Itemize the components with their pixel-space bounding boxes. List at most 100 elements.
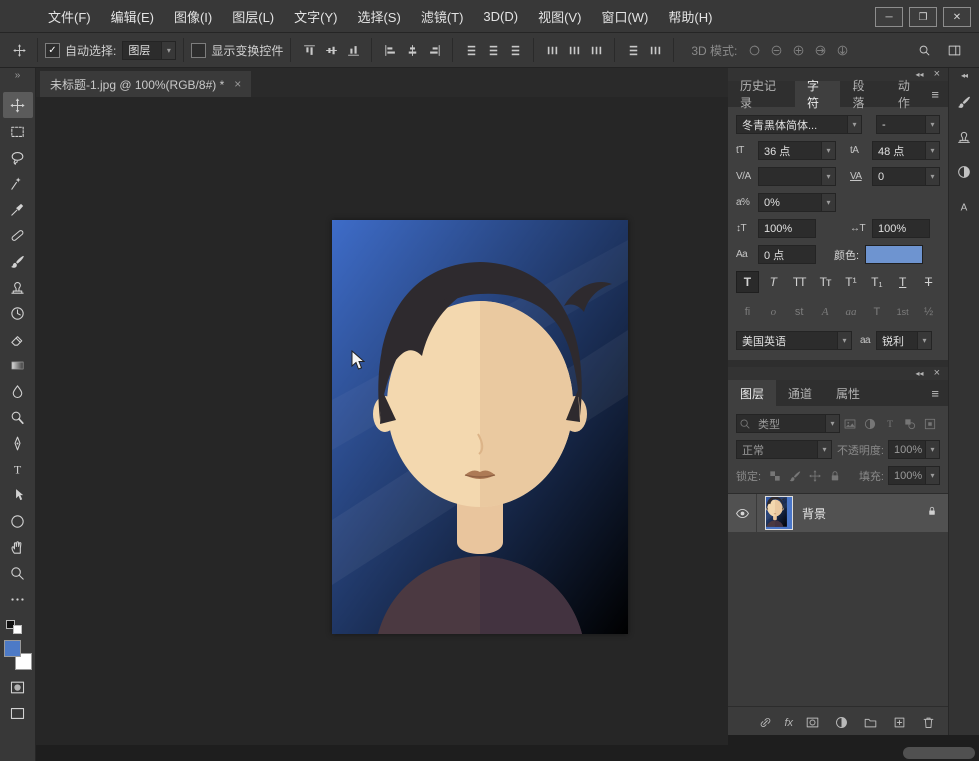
auto-select-target-dropdown[interactable]: 图层 ▾ [122,41,176,60]
filter-smart-objects-button[interactable] [920,415,940,433]
clone-source-panel-icon[interactable] [956,129,972,150]
canvas-area[interactable] [36,97,728,745]
blur-tool[interactable] [3,378,33,404]
align-bottom-icon[interactable] [342,39,364,61]
healing-brush-tool[interactable] [3,222,33,248]
character-styles-panel-icon[interactable] [956,199,972,220]
fill-dropdown[interactable]: 100% ▾ [888,466,940,485]
document-tab[interactable]: 未标题-1.jpg @ 100%(RGB/8#) * × [40,71,251,97]
swash-button[interactable]: A [814,301,837,323]
lock-image-pixels-button[interactable] [785,467,805,485]
tab-history[interactable]: 历史记录 [728,81,795,107]
default-colors-icon[interactable] [6,620,22,634]
quick-selection-tool[interactable] [3,170,33,196]
close-panel-icon[interactable]: × [934,368,940,379]
fractions-button[interactable]: ½ [917,301,940,323]
gradient-tool[interactable] [3,352,33,378]
anti-alias-dropdown[interactable]: 锐利 ▾ [876,331,932,350]
faux-italic-button[interactable]: T [762,271,785,293]
lock-position-button[interactable] [805,467,825,485]
new-group-button[interactable] [860,714,880,732]
quick-mask-button[interactable] [3,674,33,700]
brush-tool[interactable] [3,248,33,274]
toolbar-collapse-button[interactable]: » [0,68,35,84]
superscript-button[interactable]: T¹ [840,271,863,293]
layer-name[interactable]: 背景 [802,505,926,522]
menu-layer[interactable]: 图层(L) [222,0,284,33]
menu-3d[interactable]: 3D(D) [473,0,528,33]
tab-layers[interactable]: 图层 [728,380,776,406]
type-tool[interactable] [3,456,33,482]
pen-tool[interactable] [3,430,33,456]
move-tool[interactable] [3,92,33,118]
menu-filter[interactable]: 滤镜(T) [411,0,474,33]
tab-channels[interactable]: 通道 [776,380,824,406]
distribute-horizontal-centers-icon[interactable] [563,39,585,61]
roll-3d-icon[interactable] [765,39,787,61]
brush-settings-panel-icon[interactable] [956,94,972,115]
menu-select[interactable]: 选择(S) [347,0,410,33]
distribute-top-icon[interactable] [460,39,482,61]
underline-button[interactable]: T [891,271,914,293]
search-icon[interactable] [913,39,935,61]
document-image[interactable] [332,220,628,634]
dodge-tool[interactable] [3,404,33,430]
adjustments-panel-icon[interactable] [956,164,972,185]
minimize-button[interactable]: ─ [875,7,903,27]
font-style-dropdown[interactable]: - ▾ [876,115,940,134]
faux-bold-button[interactable]: T [736,271,759,293]
auto-select-checkbox[interactable]: ✓ [45,43,60,58]
filter-adjustment-layers-button[interactable] [860,415,880,433]
delete-layer-button[interactable] [918,714,938,732]
screen-mode-button[interactable] [3,700,33,726]
kerning-dropdown[interactable]: ▾ [758,167,836,186]
eyedropper-tool[interactable] [3,196,33,222]
clone-stamp-tool[interactable] [3,274,33,300]
layer-thumbnail[interactable] [765,496,793,530]
strikethrough-button[interactable]: T [917,271,940,293]
menu-image[interactable]: 图像(I) [164,0,222,33]
workspace-switcher-icon[interactable] [943,39,965,61]
font-family-dropdown[interactable]: 冬青黑体简体... ▾ [736,115,862,134]
vertical-scale-field[interactable]: 100% [758,219,816,238]
foreground-color-swatch[interactable] [4,640,21,657]
menu-type[interactable]: 文字(Y) [284,0,347,33]
tab-paragraph[interactable]: 段落 [840,81,885,107]
edit-toolbar-button[interactable] [3,586,33,612]
restore-button[interactable]: ❐ [909,7,937,27]
align-right-icon[interactable] [423,39,445,61]
subscript-button[interactable]: T₁ [865,271,888,293]
leading-dropdown[interactable]: 48 点 ▾ [872,141,940,160]
ellipse-tool[interactable] [3,508,33,534]
proportional-spacing-dropdown[interactable]: 0% ▾ [758,193,836,212]
layer-visibility-toggle[interactable] [728,494,757,532]
dock-scrollbar[interactable] [903,747,975,759]
link-layers-button[interactable] [755,714,775,732]
blend-mode-dropdown[interactable]: 正常 ▾ [736,440,832,459]
close-button[interactable]: ✕ [943,7,971,27]
align-horizontal-centers-icon[interactable] [401,39,423,61]
titling-alternates-button[interactable]: T [865,301,888,323]
tab-character[interactable]: 字符 [795,81,840,107]
distribute-horizontal-spacing-icon[interactable] [644,39,666,61]
show-transform-checkbox[interactable] [191,43,206,58]
expand-panels-button[interactable]: ◂◂ [961,71,967,80]
opacity-dropdown[interactable]: 100% ▾ [888,440,940,459]
language-dropdown[interactable]: 美国英语 ▾ [736,331,852,350]
distribute-bottom-icon[interactable] [504,39,526,61]
new-layer-button[interactable] [889,714,909,732]
orbit-3d-icon[interactable] [743,39,765,61]
menu-view[interactable]: 视图(V) [528,0,591,33]
menu-help[interactable]: 帮助(H) [658,0,722,33]
all-caps-button[interactable]: TT [788,271,811,293]
collapse-panels-icon[interactable]: ◂◂ [916,369,924,378]
path-selection-tool[interactable] [3,482,33,508]
layer-effects-button[interactable]: fx [784,717,793,729]
hand-tool[interactable] [3,534,33,560]
distribute-vertical-spacing-icon[interactable] [622,39,644,61]
filter-shape-layers-button[interactable] [900,415,920,433]
align-top-icon[interactable] [298,39,320,61]
color-swatches[interactable] [4,640,32,670]
close-panel-icon[interactable]: × [934,69,940,80]
menu-edit[interactable]: 编辑(E) [101,0,164,33]
